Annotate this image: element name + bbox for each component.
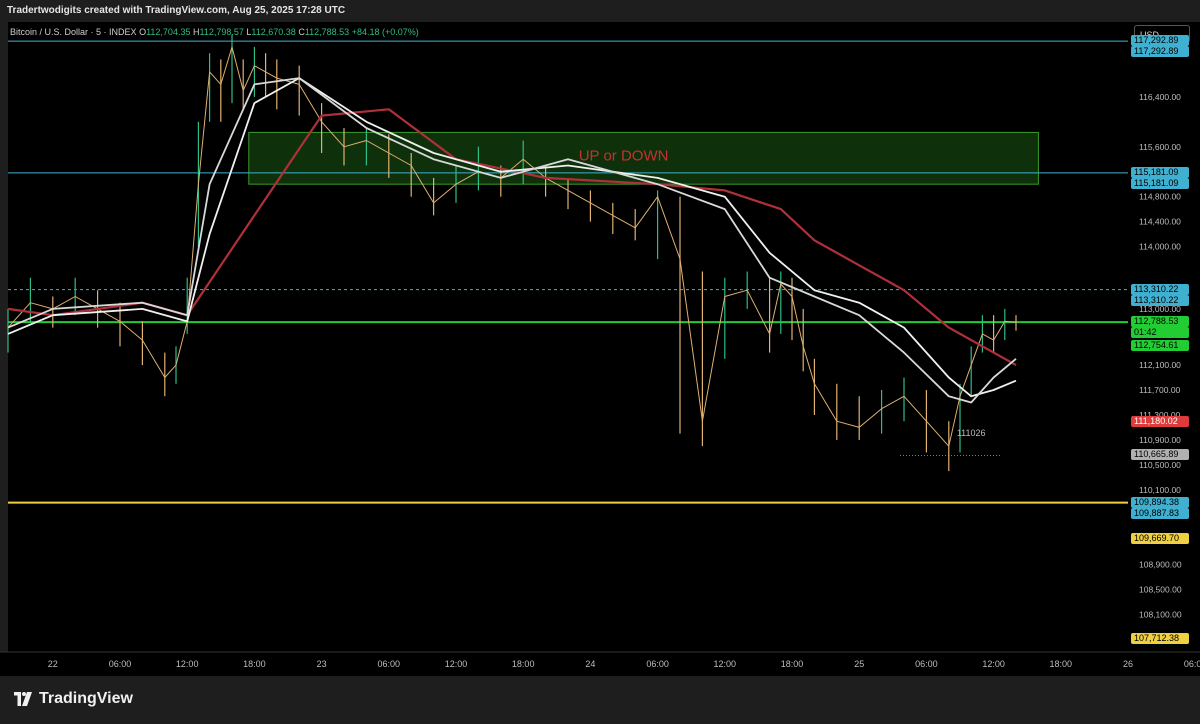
y-tick-label: 112,100.00	[1139, 360, 1181, 370]
close-value: 112,788.53	[304, 27, 350, 37]
price-label-green: 112,788.53	[1131, 316, 1189, 328]
y-tick-label: 114,000.00	[1139, 242, 1181, 252]
y-tick-label: 108,900.00	[1139, 560, 1182, 570]
x-tick-label: 25	[854, 659, 864, 669]
tradingview-brand[interactable]: TradingView	[12, 690, 133, 708]
price-label-cyan: 113,310.22	[1131, 294, 1189, 306]
x-tick-label: 18:00	[512, 659, 535, 669]
ohlc-legend: Bitcoin / U.S. Dollar · 5 · INDEX O112,7…	[10, 27, 419, 37]
plot-area	[8, 22, 1128, 652]
tradingview-logo-icon	[14, 692, 32, 706]
symbol-label: Bitcoin / U.S. Dollar · 5 · INDEX	[10, 27, 137, 37]
x-tick-label: 23	[317, 659, 327, 669]
footer-bar	[0, 676, 1200, 724]
x-tick-label: 22	[48, 659, 58, 669]
y-tick-label: 110,500.00	[1139, 460, 1181, 470]
price-label-green: 112,754.61	[1131, 340, 1189, 352]
price-label-cyan: 109,887.83	[1131, 508, 1189, 520]
x-tick-label: 18:00	[1050, 659, 1073, 669]
price-label-yellow: 107,712.38	[1131, 632, 1189, 644]
y-tick-label: 114,400.00	[1139, 217, 1181, 227]
x-tick-label: 26	[1123, 659, 1133, 669]
price-label-cyan: 115,181.09	[1131, 177, 1189, 189]
y-tick-label: 108,500.00	[1139, 585, 1182, 595]
open-value: 112,704.35	[146, 27, 191, 37]
x-tick-label: 06:00	[646, 659, 669, 669]
price-chart[interactable]: 116,400.00 115,600.00 114,800.00 114,400.00…	[0, 0, 1200, 676]
y-tick-label: 110,100.00	[1139, 485, 1181, 495]
y-tick-label: 114,800.00	[1139, 192, 1181, 202]
x-tick-label: 06:00	[109, 659, 132, 669]
x-tick-label: 12:00	[714, 659, 737, 669]
price-label-cyan: 117,292.89	[1131, 46, 1189, 58]
price-label-yellow: 109,669.70	[1131, 532, 1189, 544]
price-label-cyan: 109,894.38	[1131, 496, 1189, 508]
price-label-cyan: 117,292.89	[1131, 35, 1189, 47]
x-tick-label: 24	[585, 659, 595, 669]
price-label-cyan: 113,310.22	[1131, 283, 1189, 295]
x-tick-label: 06:00	[915, 659, 938, 669]
low-annotation: 111026	[957, 428, 986, 438]
brand-name: TradingView	[39, 690, 133, 707]
x-tick-label: 12:00	[982, 659, 1005, 669]
change-value: +84.18 (+0.07%)	[351, 27, 419, 37]
x-tick-label: 12:00	[176, 659, 199, 669]
price-label-cyan: 115,181.09	[1131, 166, 1189, 178]
x-tick-label: 12:00	[445, 659, 468, 669]
y-tick-label: 111,700.00	[1139, 385, 1181, 395]
price-label-red: 111,180.02	[1131, 416, 1189, 428]
y-tick-label: 108,100.00	[1139, 610, 1182, 620]
y-tick-label: 116,400.00	[1139, 92, 1181, 102]
x-tick-label: 06:00	[378, 659, 401, 669]
y-tick-label: 110,900.00	[1139, 435, 1181, 445]
low-value: 112,670.38	[251, 27, 296, 37]
y-tick-label: 115,600.00	[1139, 142, 1181, 152]
x-tick-label: 18:00	[781, 659, 804, 669]
x-tick-label: 06:00	[1184, 659, 1200, 669]
x-tick-label: 18:00	[243, 659, 266, 669]
zone-label: UP or DOWN	[579, 147, 669, 164]
price-label-gray: 110,665.89	[1131, 448, 1189, 460]
high-value: 112,798.57	[199, 27, 244, 37]
price-label-green: 01:42	[1131, 327, 1189, 339]
